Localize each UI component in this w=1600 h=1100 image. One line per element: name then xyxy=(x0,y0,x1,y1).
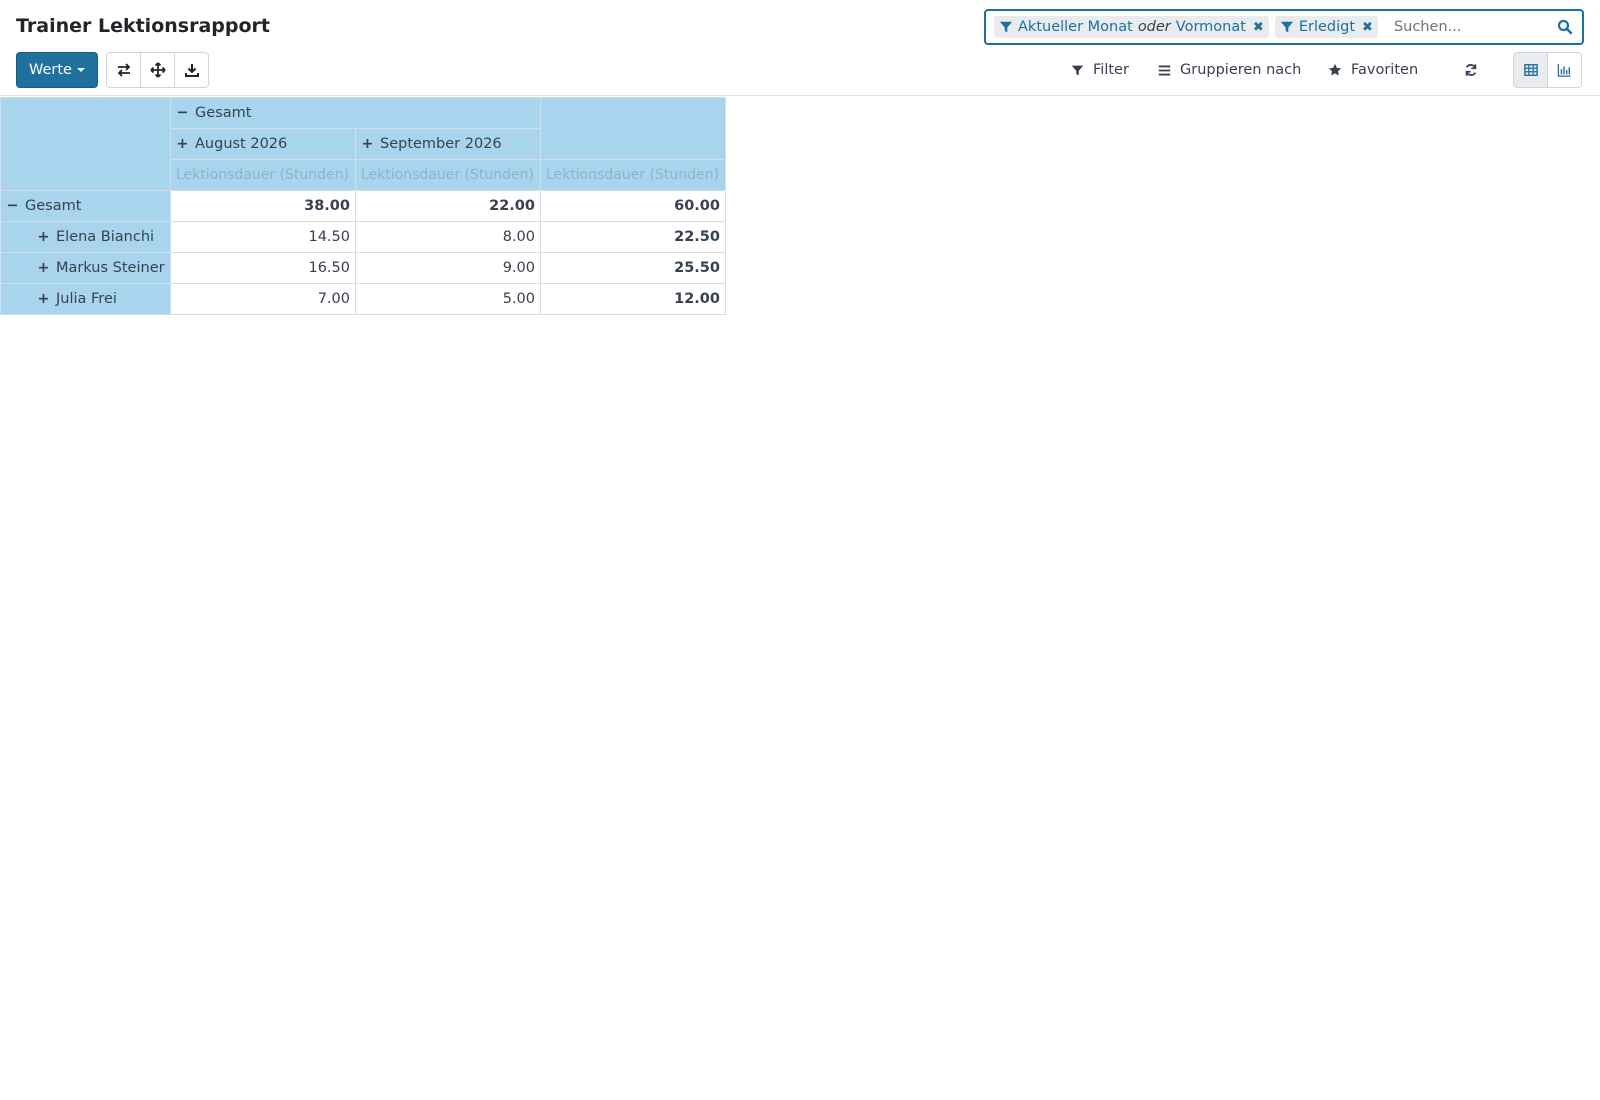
view-switcher xyxy=(1513,52,1582,88)
facet-separator: oder xyxy=(1137,19,1171,35)
measure-header[interactable]: Lektionsdauer (Stunden) xyxy=(540,159,726,191)
download-icon xyxy=(184,64,199,77)
favorites-label: Favoriten xyxy=(1351,62,1419,78)
bar-chart-icon xyxy=(1557,63,1571,77)
remove-facet-icon[interactable]: ✖ xyxy=(1362,20,1373,35)
row-header[interactable]: + Markus Steiner xyxy=(0,252,171,284)
expand-all-button[interactable] xyxy=(140,52,175,88)
groupby-menu-button[interactable]: Gruppieren nach xyxy=(1158,52,1301,88)
table-row: + Markus Steiner 16.50 9.00 25.50 xyxy=(0,252,726,284)
measure-header[interactable]: Lektionsdauer (Stunden) xyxy=(355,159,541,191)
search-facet-status[interactable]: Erledigt ✖ xyxy=(1274,16,1378,38)
search-box[interactable]: Aktueller Monat oder Vormonat ✖ Erledigt… xyxy=(984,9,1584,45)
favorites-menu-button[interactable]: Favoriten xyxy=(1328,52,1418,88)
cell-value[interactable]: 12.00 xyxy=(540,283,726,315)
cell-value[interactable]: 8.00 xyxy=(355,221,541,253)
cell-value[interactable]: 60.00 xyxy=(540,190,726,222)
expand-icon: + xyxy=(37,260,50,276)
cell-value[interactable]: 25.50 xyxy=(540,252,726,284)
pivot-actions xyxy=(106,52,209,88)
expand-icon: + xyxy=(37,229,50,245)
cell-value[interactable]: 16.50 xyxy=(170,252,356,284)
measures-label: Werte xyxy=(29,62,72,78)
cell-value[interactable]: 38.00 xyxy=(170,190,356,222)
control-panel: Trainer Lektionsrapport Aktueller Monat … xyxy=(0,0,1600,96)
cell-value[interactable]: 5.00 xyxy=(355,283,541,315)
refresh-button[interactable] xyxy=(1464,52,1478,88)
arrows-icon xyxy=(149,62,166,78)
measure-header[interactable]: Lektionsdauer (Stunden) xyxy=(170,159,356,191)
cell-value[interactable]: 22.00 xyxy=(355,190,541,222)
graph-view-button[interactable] xyxy=(1547,52,1582,88)
refresh-icon xyxy=(1465,64,1477,76)
filter-icon xyxy=(999,21,1013,33)
cell-value[interactable]: 22.50 xyxy=(540,221,726,253)
page-title: Trainer Lektionsrapport xyxy=(16,15,270,37)
row-header[interactable]: + Elena Bianchi xyxy=(0,221,171,253)
cell-value[interactable]: 9.00 xyxy=(355,252,541,284)
filter-icon xyxy=(1071,65,1084,75)
col-header-label: September 2026 xyxy=(380,136,502,152)
exchange-icon xyxy=(117,63,130,77)
cell-value[interactable]: 14.50 xyxy=(170,221,356,253)
pivot-corner xyxy=(0,97,171,191)
bars-icon xyxy=(1158,65,1171,75)
collapse-icon: − xyxy=(6,198,19,214)
search-input[interactable] xyxy=(1391,18,1548,36)
table-row: + Julia Frei 7.00 5.00 12.00 xyxy=(0,283,726,315)
filter-icon xyxy=(1280,21,1293,33)
col-header-total[interactable]: − Gesamt xyxy=(170,97,541,129)
row-header[interactable]: + Julia Frei xyxy=(0,283,171,315)
pivot-view-button[interactable] xyxy=(1513,52,1548,88)
search-facet-period[interactable]: Aktueller Monat oder Vormonat ✖ xyxy=(994,16,1269,38)
groupby-label: Gruppieren nach xyxy=(1180,62,1302,78)
download-button[interactable] xyxy=(174,52,209,88)
table-row: − Gesamt 38.00 22.00 60.00 xyxy=(0,190,726,222)
caret-down-icon xyxy=(76,68,85,72)
expand-icon: + xyxy=(176,136,189,152)
col-header-total-blank xyxy=(540,97,726,160)
col-header-group[interactable]: + August 2026 xyxy=(170,128,356,160)
star-icon xyxy=(1328,63,1342,76)
collapse-icon: − xyxy=(176,105,189,121)
row-header-label: Gesamt xyxy=(25,198,82,214)
cell-value[interactable]: 7.00 xyxy=(170,283,356,315)
row-header-label: Elena Bianchi xyxy=(56,229,155,245)
table-icon xyxy=(1523,64,1538,76)
facet-value: Aktueller Monat xyxy=(1018,19,1133,35)
remove-facet-icon[interactable]: ✖ xyxy=(1253,20,1264,35)
expand-icon: + xyxy=(37,291,50,307)
row-header-total[interactable]: − Gesamt xyxy=(0,190,171,222)
col-header-label: Gesamt xyxy=(195,105,252,121)
filter-label: Filter xyxy=(1093,62,1129,78)
measures-dropdown-button[interactable]: Werte xyxy=(16,52,98,88)
filter-menu-button[interactable]: Filter xyxy=(1071,52,1129,88)
search-icon[interactable] xyxy=(1548,11,1582,43)
facet-value: Vormonat xyxy=(1175,19,1246,35)
table-row: + Elena Bianchi 14.50 8.00 22.50 xyxy=(0,221,726,253)
pivot-table: − Gesamt + August 2026 + September 2026 Lek… xyxy=(0,97,726,315)
flip-axis-button[interactable] xyxy=(106,52,141,88)
col-header-label: August 2026 xyxy=(195,136,288,152)
facet-value: Erledigt xyxy=(1298,19,1356,35)
col-header-group[interactable]: + September 2026 xyxy=(355,128,541,160)
row-header-label: Julia Frei xyxy=(56,291,117,307)
expand-icon: + xyxy=(361,136,374,152)
row-header-label: Markus Steiner xyxy=(56,260,165,276)
